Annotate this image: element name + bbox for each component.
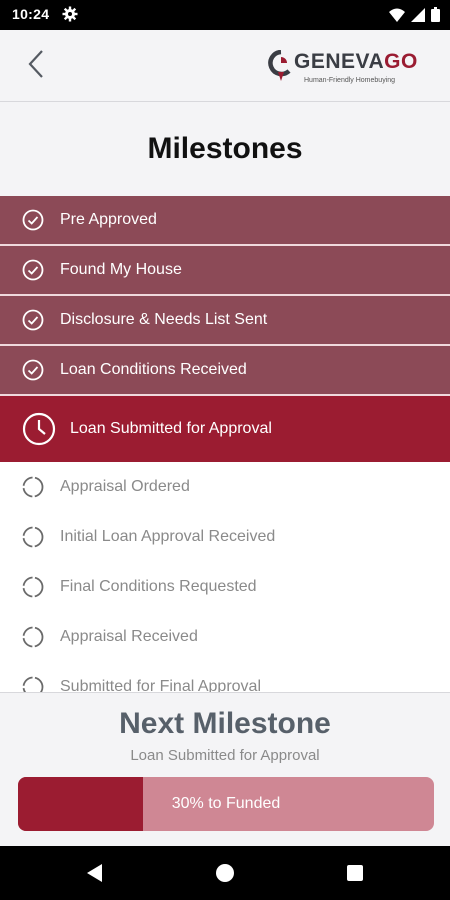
gear-icon <box>62 6 78 22</box>
page-title: Milestones <box>147 132 303 165</box>
milestone-label: Loan Submitted for Approval <box>70 420 272 437</box>
logo-wordmark: GENEVAGO <box>294 50 418 74</box>
check-circle-icon <box>22 259 44 281</box>
milestone-row-pre-approved[interactable]: Pre Approved <box>0 196 450 246</box>
milestone-label: Found My House <box>60 261 182 278</box>
app-header: GENEVAGO Human-Friendly Homebuying <box>0 30 450 102</box>
milestone-row-disclosure[interactable]: Disclosure & Needs List Sent <box>0 296 450 346</box>
status-icons <box>389 7 440 27</box>
milestone-label: Submitted for Final Approval <box>60 678 261 692</box>
system-nav-bar <box>0 846 450 900</box>
battery-icon <box>431 7 440 27</box>
milestone-row-initial-approval[interactable]: Initial Loan Approval Received <box>0 512 450 562</box>
dashed-circle-icon <box>22 626 44 648</box>
milestone-row-loan-conditions[interactable]: Loan Conditions Received <box>0 346 450 396</box>
logo-pin-icon <box>268 49 294 84</box>
back-button[interactable] <box>18 48 54 84</box>
recents-square-icon[interactable] <box>344 862 366 884</box>
milestone-label: Loan Conditions Received <box>60 361 247 378</box>
logo-text-go: GO <box>384 50 418 73</box>
milestone-list[interactable]: Pre Approved Found My House Disclosure &… <box>0 196 450 692</box>
home-circle-icon[interactable] <box>214 862 236 884</box>
milestone-label: Appraisal Received <box>60 628 198 645</box>
milestone-label: Appraisal Ordered <box>60 478 190 495</box>
dashed-circle-icon <box>22 676 44 692</box>
check-circle-icon <box>22 209 44 231</box>
milestone-row-appraisal-ordered[interactable]: Appraisal Ordered <box>0 462 450 512</box>
wifi-icon <box>389 8 405 27</box>
next-milestone-subtitle: Loan Submitted for Approval <box>130 747 320 764</box>
milestone-row-loan-submitted[interactable]: Loan Submitted for Approval <box>0 396 450 462</box>
milestone-row-final-conditions[interactable]: Final Conditions Requested <box>0 562 450 612</box>
title-area: Milestones <box>0 102 450 196</box>
logo-text-geneva: GENEVA <box>294 50 385 73</box>
check-circle-icon <box>22 309 44 331</box>
genevago-logo: GENEVAGO Human-Friendly Homebuying <box>268 44 430 90</box>
next-milestone-panel: Next Milestone Loan Submitted for Approv… <box>0 692 450 846</box>
dashed-circle-icon <box>22 526 44 548</box>
clock-icon <box>22 412 56 446</box>
milestone-row-final-approval[interactable]: Submitted for Final Approval <box>0 662 450 692</box>
check-circle-icon <box>22 359 44 381</box>
milestone-label: Pre Approved <box>60 211 157 228</box>
back-triangle-icon[interactable] <box>84 862 106 884</box>
dashed-circle-icon <box>22 476 44 498</box>
milestone-label: Initial Loan Approval Received <box>60 528 276 545</box>
signal-icon <box>411 7 425 27</box>
milestone-label: Disclosure & Needs List Sent <box>60 311 268 328</box>
next-milestone-title: Next Milestone <box>119 707 331 740</box>
chevron-left-icon <box>27 49 45 84</box>
status-bar: 10:24 <box>0 0 450 30</box>
logo-tagline: Human-Friendly Homebuying <box>304 77 396 84</box>
funding-progress-bar: 30% to Funded <box>18 777 434 831</box>
milestone-row-appraisal-received[interactable]: Appraisal Received <box>0 612 450 662</box>
milestone-row-found-my-house[interactable]: Found My House <box>0 246 450 296</box>
status-time: 10:24 <box>12 6 50 22</box>
dashed-circle-icon <box>22 576 44 598</box>
milestone-label: Final Conditions Requested <box>60 578 257 595</box>
progress-label: 30% to Funded <box>171 795 281 812</box>
